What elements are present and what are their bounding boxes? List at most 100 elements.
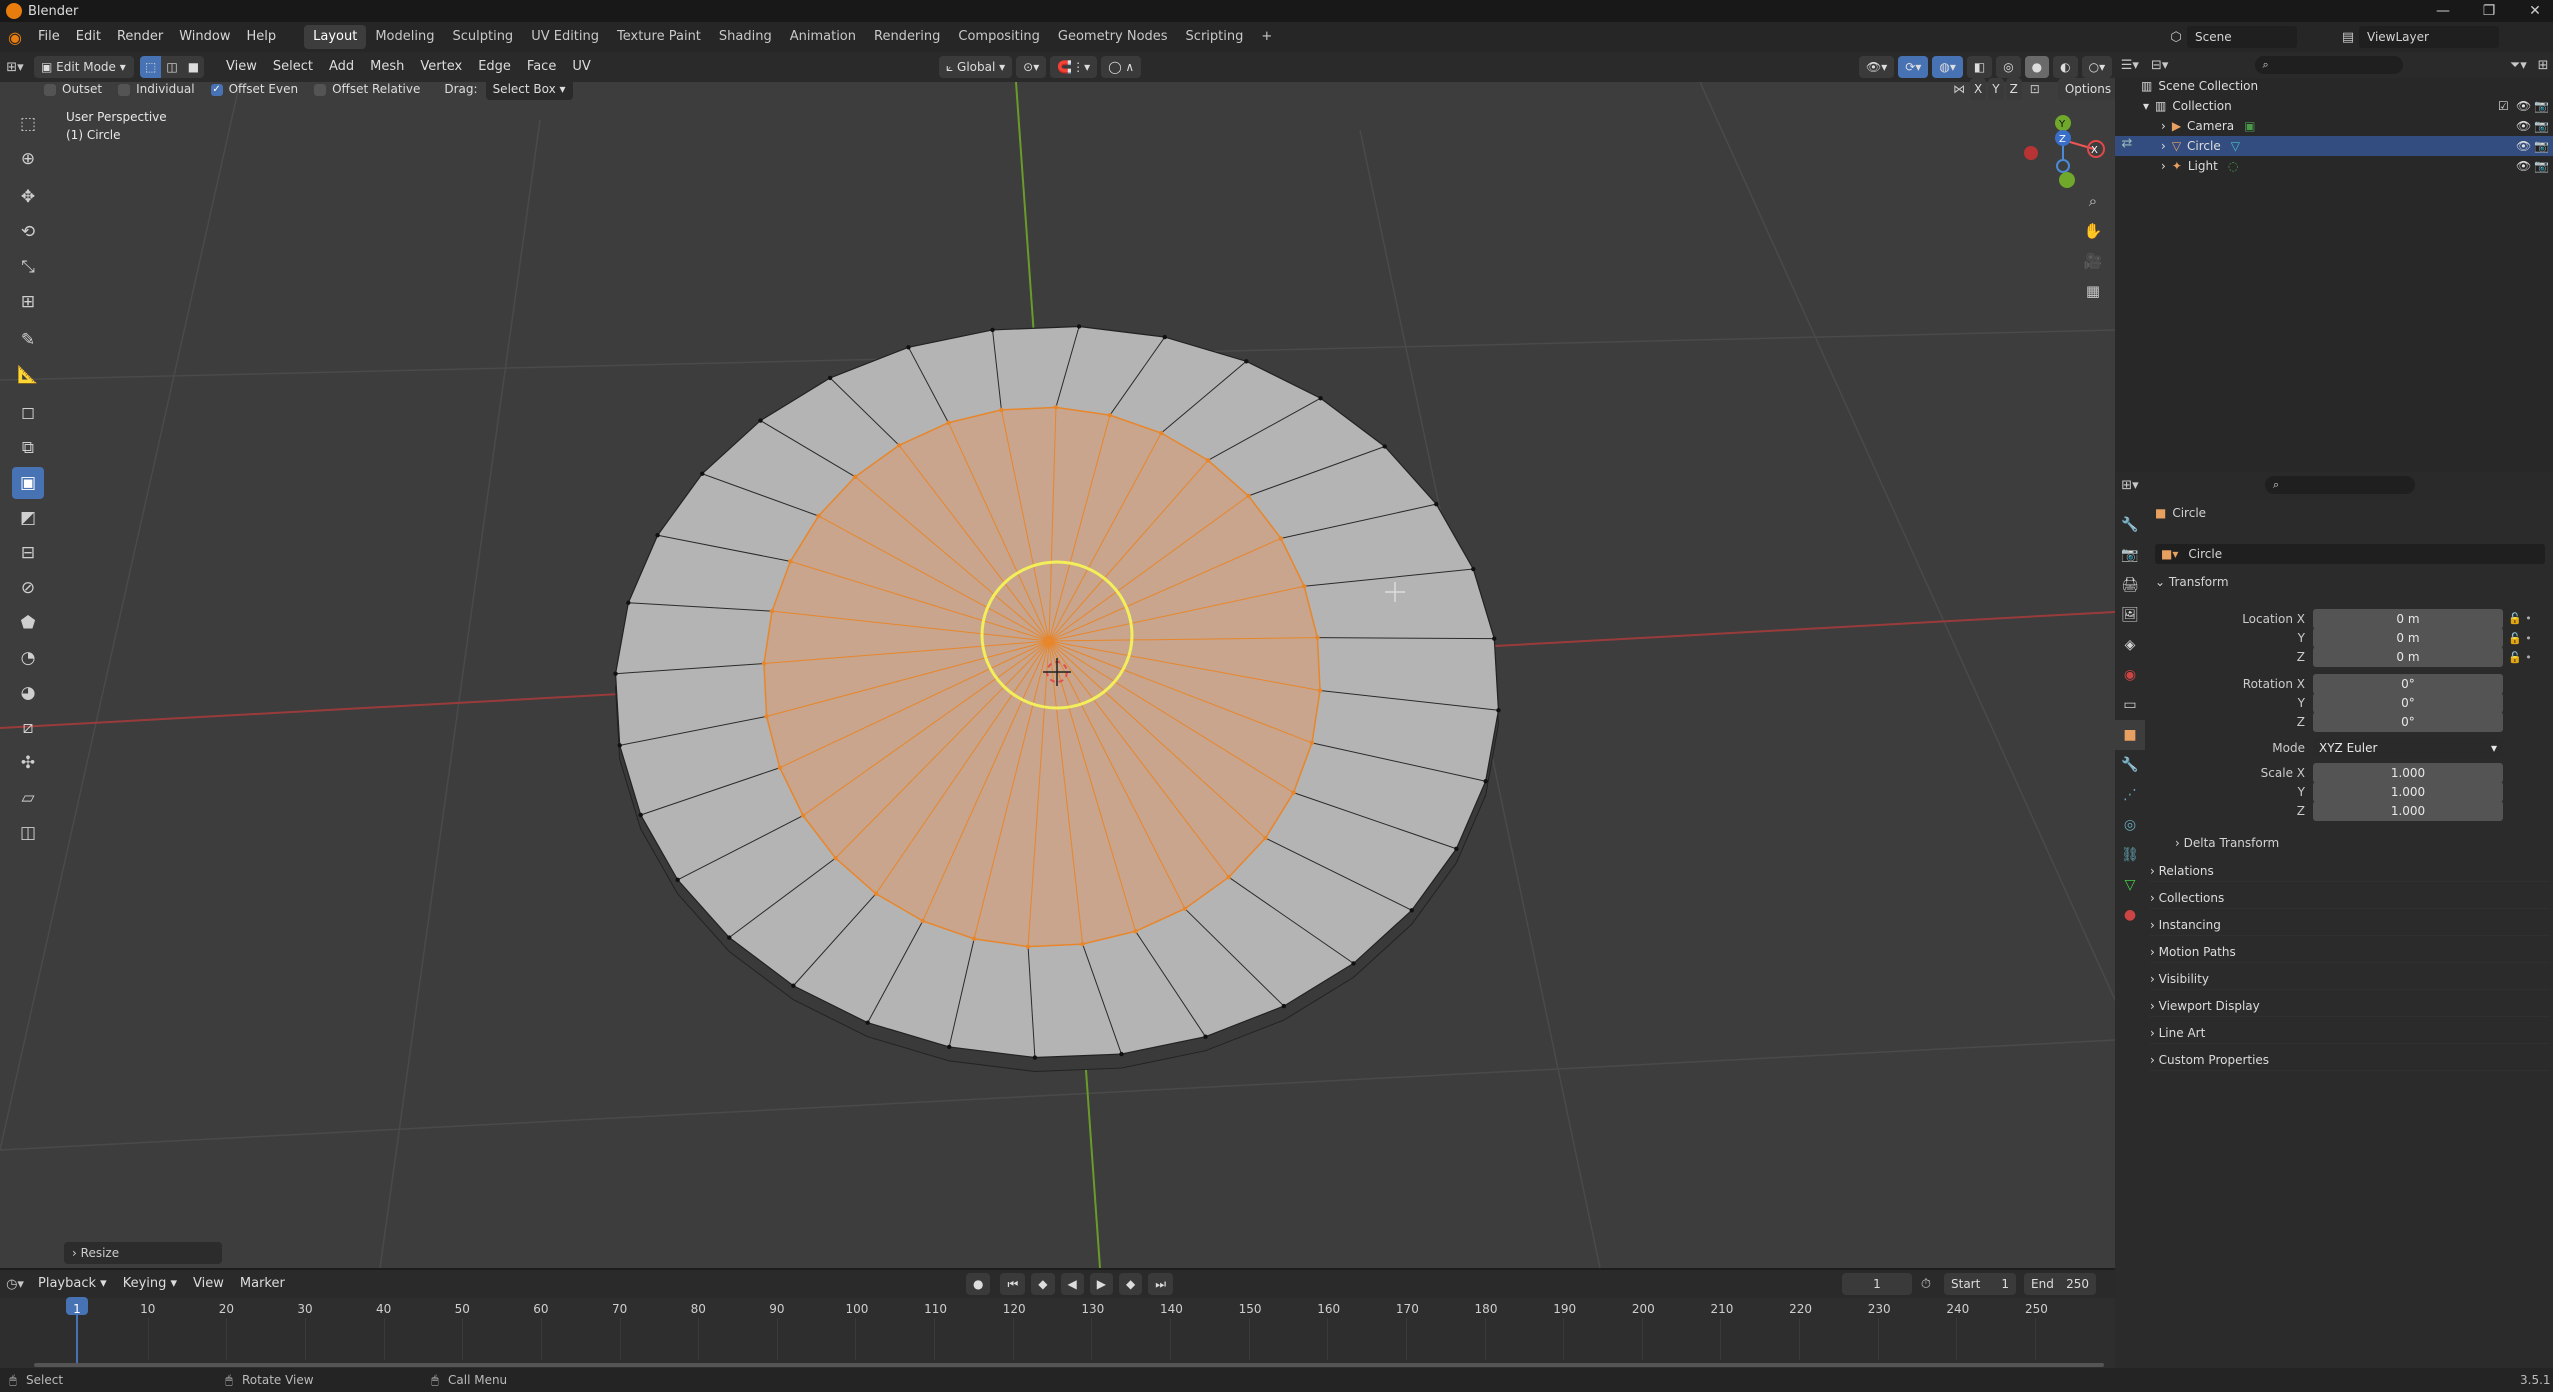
viewport-display-panel[interactable]: › Viewport Display bbox=[2150, 995, 2550, 1017]
bevel-icon[interactable]: ◩ bbox=[12, 502, 44, 534]
gizmo-toggle-icon[interactable]: ⟳▾ bbox=[1898, 56, 1929, 78]
move-icon[interactable]: ✥ bbox=[12, 181, 44, 213]
wireframe-shading-icon[interactable]: ◎ bbox=[1996, 56, 2021, 78]
current-frame-field[interactable]: 1 bbox=[1842, 1273, 1912, 1295]
start-frame-field[interactable]: Start 1 bbox=[1944, 1273, 2016, 1295]
object-tab-icon[interactable]: ■ bbox=[2115, 720, 2145, 750]
timeline-scrollbar[interactable] bbox=[34, 1363, 2104, 1367]
tab-compositing[interactable]: Compositing bbox=[949, 25, 1049, 49]
menu-select[interactable]: Select bbox=[265, 56, 321, 78]
transform-orientation-dropdown[interactable]: ⟀ Global ▾ bbox=[939, 56, 1013, 78]
jump-end-icon[interactable]: ⏭ bbox=[1148, 1273, 1174, 1295]
lock-icon[interactable]: 🔓 • bbox=[2508, 629, 2538, 649]
tool-tab-icon[interactable]: 🔧 bbox=[2115, 510, 2145, 540]
menu-uv[interactable]: UV bbox=[564, 56, 598, 78]
rotate-icon[interactable]: ⟲ bbox=[12, 216, 44, 248]
eye-icon[interactable]: 👁 bbox=[2516, 119, 2531, 133]
menu-mesh[interactable]: Mesh bbox=[362, 56, 412, 78]
loop-cut-icon[interactable]: ⊟ bbox=[12, 537, 44, 569]
tab-layout[interactable]: Layout bbox=[304, 25, 367, 49]
camera-view-icon[interactable]: 🎥 bbox=[2080, 252, 2106, 276]
vertex-select-icon[interactable]: ⬚ bbox=[140, 56, 162, 78]
tab-shading[interactable]: Shading bbox=[710, 25, 781, 49]
overlays-toggle-icon[interactable]: ◍▾ bbox=[1932, 56, 1963, 78]
navigation-gizmo[interactable]: Y Z X bbox=[2024, 115, 2105, 188]
expand-icon[interactable]: › bbox=[2161, 139, 2166, 153]
instancing-panel[interactable]: › Instancing bbox=[2150, 914, 2550, 936]
rip-region-icon[interactable]: ◫ bbox=[12, 817, 44, 849]
close-button[interactable]: ✕ bbox=[2512, 0, 2553, 22]
output-tab-icon[interactable]: 🖨 bbox=[2115, 570, 2145, 600]
collection-tab-icon[interactable]: ▭ bbox=[2115, 690, 2145, 720]
outset-checkbox[interactable]: Outset bbox=[44, 82, 102, 96]
rotation-z-field[interactable]: 0° bbox=[2313, 712, 2503, 732]
menu-view[interactable]: View bbox=[218, 56, 265, 78]
smooth-icon[interactable]: ◕ bbox=[12, 677, 44, 709]
orthographic-grid-icon[interactable]: ▦ bbox=[2080, 282, 2106, 306]
menu-vertex[interactable]: Vertex bbox=[412, 56, 470, 78]
view-layer-tab-icon[interactable]: 🖼 bbox=[2115, 600, 2145, 630]
data-tab-icon[interactable]: ▽ bbox=[2115, 870, 2145, 900]
editor-type-icon[interactable]: ⊞▾ bbox=[0, 60, 30, 75]
location-y-field[interactable]: 0 m bbox=[2313, 628, 2503, 648]
custom-properties-panel[interactable]: › Custom Properties bbox=[2150, 1049, 2550, 1071]
extrude-region-icon[interactable]: ⧉ bbox=[12, 432, 44, 464]
tab-modeling[interactable]: Modeling bbox=[366, 25, 443, 49]
knife-icon[interactable]: ⊘ bbox=[12, 572, 44, 604]
mirror-x-toggle[interactable]: X bbox=[1970, 78, 1987, 100]
transform-panel-header[interactable]: ⌄ Transform bbox=[2155, 575, 2229, 589]
location-x-field[interactable]: 0 m bbox=[2313, 609, 2503, 629]
eye-icon[interactable]: 👁 bbox=[2516, 159, 2531, 173]
menu-add[interactable]: Add bbox=[321, 56, 362, 78]
face-select-icon[interactable]: ■ bbox=[182, 56, 205, 78]
select-box-icon[interactable]: ⬚ bbox=[12, 108, 44, 140]
camera-render-icon[interactable]: 📷 bbox=[2534, 139, 2549, 153]
visibility-icon[interactable]: 👁▾ bbox=[1859, 56, 1895, 78]
individual-checkbox-box[interactable] bbox=[118, 83, 131, 96]
zoom-icon[interactable]: ⌕ bbox=[2080, 192, 2106, 216]
individual-checkbox[interactable]: Individual bbox=[118, 82, 195, 96]
outliner-search-input[interactable]: ⌕ bbox=[2254, 56, 2404, 74]
scene-collection-row[interactable]: ▥ Scene Collection bbox=[2115, 76, 2553, 96]
stopwatch-icon[interactable]: ⏱ bbox=[1916, 1277, 1936, 1292]
snap-icon[interactable]: 🧲⋮▾ bbox=[1050, 56, 1098, 78]
menu-help[interactable]: Help bbox=[239, 22, 285, 52]
menu-file[interactable]: File bbox=[30, 22, 68, 52]
scale-z-field[interactable]: 1.000 bbox=[2313, 801, 2503, 821]
tab-uv-editing[interactable]: UV Editing bbox=[522, 25, 608, 49]
edge-slide-icon[interactable]: ⧄ bbox=[12, 712, 44, 744]
render-tab-icon[interactable]: 📷 bbox=[2115, 540, 2145, 570]
scale-icon[interactable]: ⤡ bbox=[12, 251, 44, 283]
lock-icon[interactable]: 🔓 • bbox=[2508, 609, 2538, 629]
maximize-button[interactable]: ❐ bbox=[2466, 0, 2512, 22]
play-reverse-icon[interactable]: ◀ bbox=[1060, 1273, 1084, 1295]
relations-panel[interactable]: › Relations bbox=[2150, 860, 2550, 882]
last-operator-panel[interactable]: › Resize bbox=[64, 1242, 222, 1264]
menu-face[interactable]: Face bbox=[519, 56, 564, 78]
checkbox-icon[interactable]: ☑ bbox=[2498, 99, 2509, 113]
add-cube-icon[interactable]: ◻ bbox=[12, 397, 44, 429]
world-tab-icon[interactable]: ◉ bbox=[2115, 660, 2145, 690]
material-tab-icon[interactable]: ● bbox=[2115, 900, 2145, 930]
tab-scripting[interactable]: Scripting bbox=[1177, 25, 1253, 49]
camera-render-icon[interactable]: 📷 bbox=[2534, 119, 2549, 133]
inset-faces-icon[interactable]: ▣ bbox=[12, 467, 44, 499]
tab-texture-paint[interactable]: Texture Paint bbox=[608, 25, 710, 49]
shrink-fatten-icon[interactable]: ✣ bbox=[12, 747, 44, 779]
scene-selector[interactable]: Scene bbox=[2187, 26, 2297, 48]
rotation-x-field[interactable]: 0° bbox=[2313, 674, 2503, 694]
edge-select-icon[interactable]: ◫ bbox=[161, 56, 183, 78]
menu-timeline-view[interactable]: View bbox=[185, 1273, 232, 1295]
expand-icon[interactable]: ▾ bbox=[2143, 99, 2149, 113]
add-workspace-button[interactable]: + bbox=[1252, 25, 1281, 49]
annotate-icon[interactable]: ✎ bbox=[12, 324, 44, 356]
spin-icon[interactable]: ◔ bbox=[12, 642, 44, 674]
mirror-icon[interactable]: ⋈ bbox=[1950, 82, 1968, 96]
modifier-tab-icon[interactable]: 🔧 bbox=[2115, 750, 2145, 780]
outliner-item-light[interactable]: › ✦ Light ◌ 👁 📷 bbox=[2115, 156, 2553, 176]
camera-render-icon[interactable]: 📷 bbox=[2534, 99, 2549, 113]
material-shading-icon[interactable]: ◐ bbox=[2053, 56, 2078, 78]
rotation-y-field[interactable]: 0° bbox=[2313, 693, 2503, 713]
delta-transform-header[interactable]: › Delta Transform bbox=[2175, 836, 2279, 850]
mode-dropdown[interactable]: ▣ Edit Mode ▾ bbox=[34, 56, 134, 78]
